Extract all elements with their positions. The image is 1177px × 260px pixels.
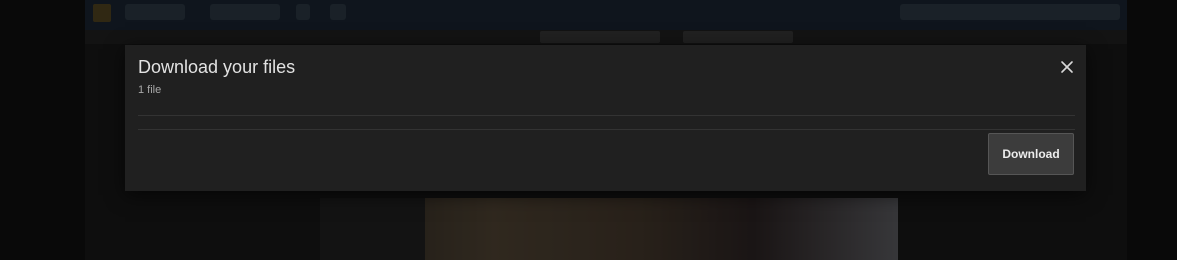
download-dialog: Download your files 1 file Download <box>125 45 1086 191</box>
divider <box>138 115 1075 116</box>
download-button[interactable]: Download <box>988 133 1074 175</box>
close-icon <box>1061 61 1073 73</box>
close-button[interactable] <box>1057 57 1077 77</box>
file-count: 1 file <box>138 84 162 96</box>
dialog-title: Download your files <box>138 57 296 77</box>
divider <box>138 129 1075 130</box>
